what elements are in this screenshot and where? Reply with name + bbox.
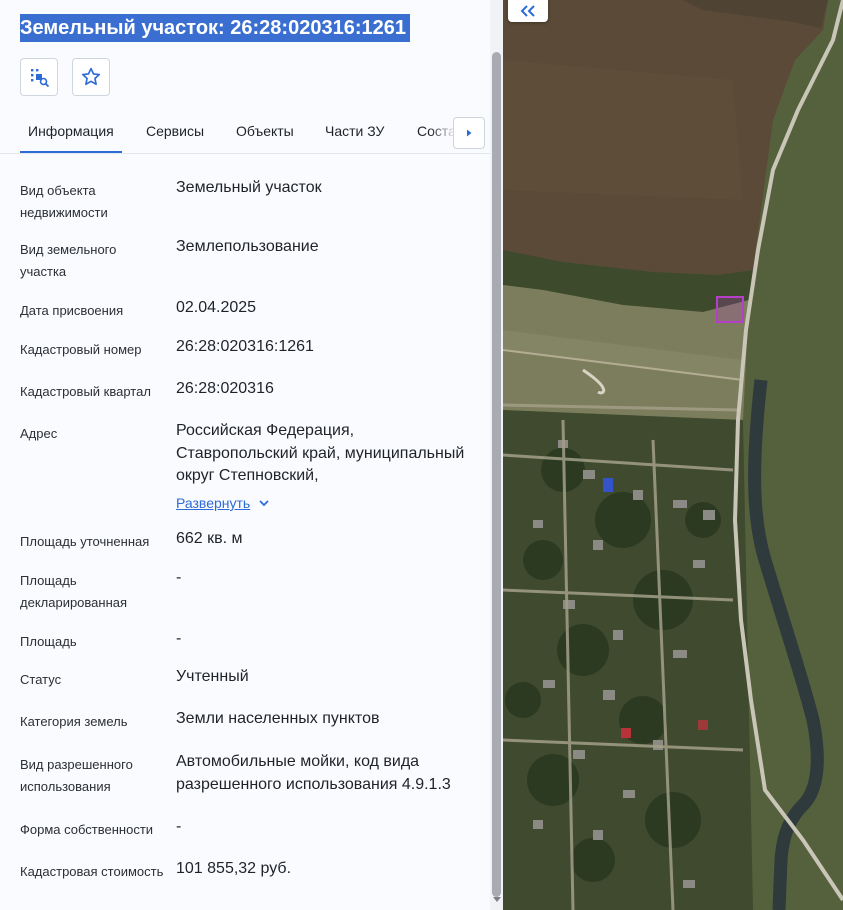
label-status: Статус — [20, 672, 62, 687]
label-area-refined: Площадь уточненная — [20, 534, 150, 549]
label-cadastral-number: Кадастровый номер — [20, 342, 142, 357]
satellite-imagery — [503, 0, 843, 910]
value-area-refined: 662 кв. м — [176, 530, 243, 547]
tab-objects[interactable]: Объекты — [236, 111, 294, 151]
address-expand-link[interactable]: Развернуть — [176, 495, 270, 511]
label-ownership: Форма собственности — [20, 822, 154, 837]
value-land-category: Земли населенных пунктов — [176, 710, 380, 727]
page-title: Земельный участок: 26:28:020316:1261 — [20, 14, 410, 42]
value-address: Российская Федерация, Ставропольский кра… — [176, 422, 465, 484]
parcel-outline[interactable] — [716, 296, 744, 323]
double-chevron-left-icon — [520, 5, 535, 17]
value-cadastral-quarter: 26:28:020316 — [176, 380, 274, 397]
tab-services[interactable]: Сервисы — [146, 111, 204, 151]
value-land-type: Землепользование — [176, 238, 319, 255]
locate-on-map-button[interactable] — [20, 58, 58, 96]
expand-label: Развернуть — [176, 495, 251, 511]
row-address: Адрес Российская Федерация, Ставропольск… — [20, 422, 480, 518]
value-permitted-use: Автомобильные мойки, код вида разрешенно… — [176, 753, 451, 793]
label-object-type: Вид объекта недвижимости — [20, 183, 108, 220]
label-permitted-use: Вид разрешенного использования — [20, 757, 133, 794]
label-land-type: Вид земельного участка — [20, 242, 117, 279]
label-area-declared: Площадь декларированная — [20, 573, 128, 610]
locate-on-map-icon — [31, 69, 50, 88]
scrollbar-thumb[interactable] — [492, 52, 501, 897]
chevron-down-icon — [259, 500, 269, 507]
label-land-category: Категория земель — [20, 714, 128, 729]
value-object-type: Земельный участок — [176, 179, 322, 196]
value-area: - — [176, 630, 182, 647]
tab-bar: Информация Сервисы Объекты Части ЗУ Сост… — [0, 111, 490, 154]
label-area: Площадь — [20, 634, 77, 649]
tabs-next-button[interactable] — [453, 117, 485, 149]
value-cadastral-value: 101 855,32 руб. — [176, 860, 292, 877]
star-icon — [81, 67, 101, 86]
info-panel: Земельный участок: 26:28:020316:1261 Инф… — [0, 0, 503, 910]
satellite-map[interactable] — [503, 0, 843, 910]
value-cadastral-number: 26:28:020316:1261 — [176, 338, 314, 355]
label-cadastral-quarter: Кадастровый квартал — [20, 384, 151, 399]
value-area-declared: - — [176, 569, 182, 586]
collapse-panel-button[interactable] — [508, 0, 548, 22]
caret-right-icon — [467, 129, 472, 137]
tab-parts[interactable]: Части ЗУ — [325, 111, 384, 151]
label-assign-date: Дата присвоения — [20, 303, 124, 318]
value-status: Учтенный — [176, 668, 249, 685]
tab-information[interactable]: Информация — [20, 111, 122, 153]
value-ownership: - — [176, 818, 182, 835]
favorite-button[interactable] — [72, 58, 110, 96]
scroll-down-arrow-icon[interactable] — [493, 897, 501, 902]
label-address: Адрес — [20, 426, 58, 441]
label-cadastral-value: Кадастровая стоимость — [20, 864, 164, 879]
value-assign-date: 02.04.2025 — [176, 299, 257, 316]
